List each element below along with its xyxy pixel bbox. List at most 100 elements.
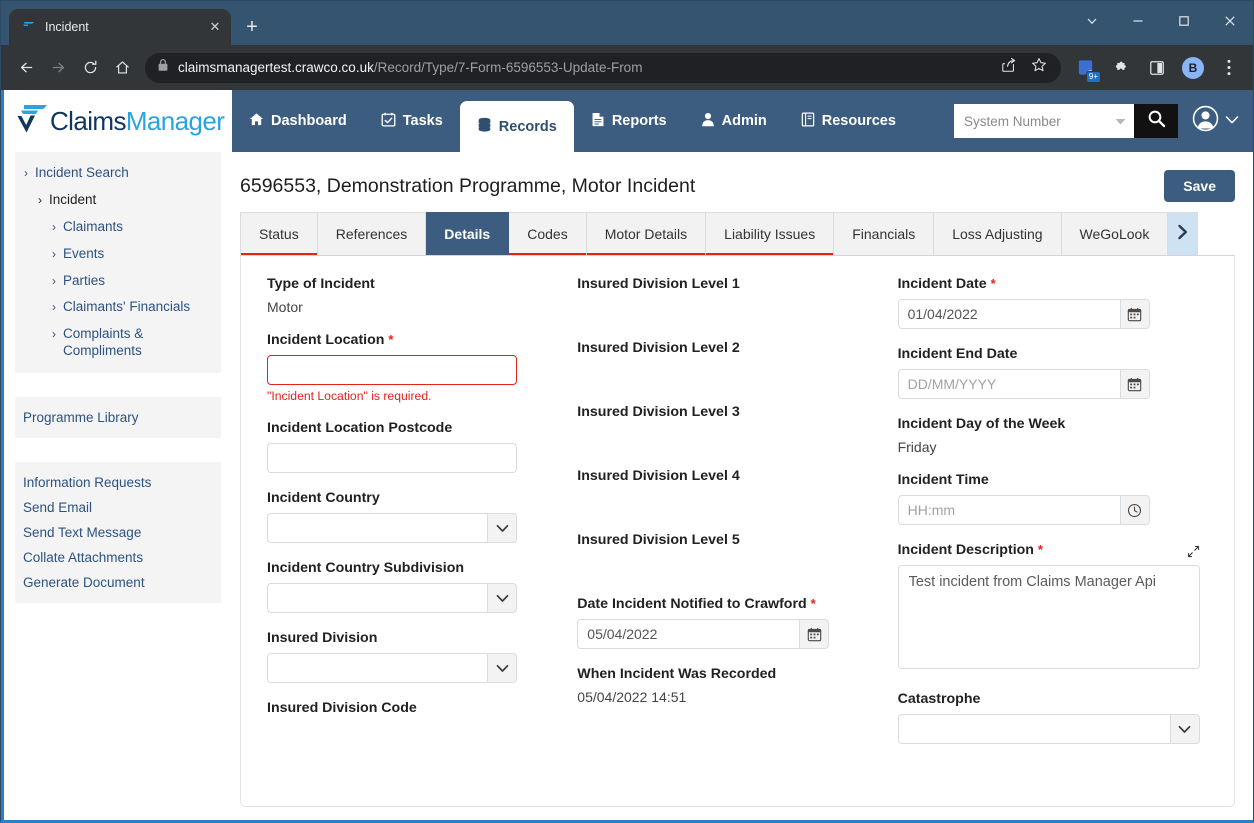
extension-notes-icon[interactable]: 9+: [1071, 54, 1101, 83]
sidebar-item-incident-search[interactable]: › Incident Search: [15, 160, 221, 187]
browser-menu-icon[interactable]: [1215, 54, 1243, 82]
select-value: [267, 653, 487, 683]
date-notified-field[interactable]: [577, 619, 830, 649]
search-button[interactable]: [1134, 104, 1178, 138]
calendar-icon[interactable]: [1119, 369, 1150, 399]
calendar-icon[interactable]: [799, 619, 830, 649]
nav-item-label: Dashboard: [271, 113, 347, 129]
sidebar-item-send-text-message[interactable]: Send Text Message: [15, 520, 221, 545]
chevron-down-icon[interactable]: [487, 583, 517, 613]
sidebar-item-claimants[interactable]: › Claimants: [15, 214, 221, 241]
nav-item-reports[interactable]: Reports: [574, 90, 684, 152]
insured-division-select[interactable]: [267, 653, 517, 683]
field-incident-day-of-week: Incident Day of the Week Friday: [898, 416, 1200, 455]
search-type-select[interactable]: System Number: [954, 104, 1134, 138]
tab-codes[interactable]: Codes: [509, 212, 587, 255]
nav-item-admin[interactable]: Admin: [684, 90, 784, 152]
chevron-down-icon[interactable]: [487, 653, 517, 683]
chevron-right-icon: [1176, 224, 1189, 245]
bookmark-star-icon[interactable]: [1031, 57, 1047, 78]
nav-item-records[interactable]: Records: [459, 101, 574, 152]
sidebar-item-generate-document[interactable]: Generate Document: [15, 570, 221, 595]
user-menu[interactable]: [1192, 105, 1239, 137]
nav-item-label: Reports: [611, 113, 667, 129]
field-insured-division-code: Insured Division Code: [267, 700, 559, 716]
browser-tab[interactable]: Incident ✕: [9, 9, 231, 45]
chevron-down-icon: [1115, 114, 1126, 129]
incident-date-field[interactable]: [897, 299, 1150, 329]
field-incident-country: Incident Country: [267, 490, 559, 543]
tab-references[interactable]: References: [317, 212, 427, 255]
date-notified-input[interactable]: [577, 619, 800, 649]
incident-location-input[interactable]: [267, 355, 517, 385]
tabs-next-button[interactable]: [1168, 212, 1199, 255]
catastrophe-select[interactable]: [897, 714, 1200, 744]
incident-time-field[interactable]: [897, 495, 1150, 525]
sidebar-item-label: Claimants: [63, 218, 124, 234]
app-logo[interactable]: ClaimsManager: [4, 90, 232, 152]
tab-loss-adjusting[interactable]: Loss Adjusting: [934, 212, 1062, 255]
sidebar-item-claimants-financials[interactable]: › Claimants' Financials: [15, 294, 221, 321]
incident-location-postcode-input[interactable]: [267, 443, 517, 473]
sidebar-item-incident[interactable]: › Incident: [15, 187, 221, 214]
incident-time-input[interactable]: [897, 495, 1120, 525]
tab-details[interactable]: Details: [426, 212, 510, 255]
chevron-right-icon: ›: [38, 192, 42, 207]
field-incident-time: Incident Time: [897, 472, 1200, 525]
incident-location-error: "Incident Location" is required.: [267, 389, 432, 403]
sidebar-item-parties[interactable]: › Parties: [15, 268, 221, 295]
back-icon[interactable]: [11, 53, 41, 83]
chevron-down-icon[interactable]: [487, 513, 517, 543]
incident-end-date-field[interactable]: [897, 369, 1150, 399]
sidebar-item-programme-library[interactable]: Programme Library: [15, 405, 221, 430]
share-icon[interactable]: [1001, 57, 1017, 78]
tab-status[interactable]: Status: [240, 212, 318, 255]
sidebar-item-events[interactable]: › Events: [15, 241, 221, 268]
calendar-icon[interactable]: [1119, 299, 1150, 329]
main-navbar: Dashboard Tasks Records Reports Admin Re…: [232, 90, 1253, 152]
window-close-button[interactable]: [1207, 1, 1253, 41]
incident-description-textarea[interactable]: [897, 565, 1200, 669]
lock-icon: [157, 58, 169, 77]
field-insured-division-level-4: Insured Division Level 4: [577, 468, 879, 515]
main-nav-items: Dashboard Tasks Records Reports Admin Re…: [232, 90, 913, 152]
address-bar[interactable]: claimsmanagertest.crawco.co.uk/Record/Ty…: [145, 52, 1061, 83]
forward-icon[interactable]: [43, 53, 73, 83]
tab-wegolook[interactable]: WeGoLook: [1061, 212, 1169, 255]
required-marker: *: [990, 276, 996, 291]
chevron-down-icon[interactable]: [1169, 714, 1200, 744]
window-minimize-button[interactable]: [1115, 1, 1161, 41]
reload-icon[interactable]: [75, 53, 105, 83]
tab-motor-details[interactable]: Motor Details: [586, 212, 707, 255]
new-tab-button[interactable]: +: [237, 12, 267, 42]
close-icon[interactable]: ✕: [205, 17, 225, 37]
clock-icon[interactable]: [1119, 495, 1150, 525]
tab-liability-issues[interactable]: Liability Issues: [706, 212, 835, 255]
save-button[interactable]: Save: [1164, 170, 1235, 202]
sidebar-item-send-email[interactable]: Send Email: [15, 495, 221, 520]
incident-country-subdivision-select[interactable]: [267, 583, 517, 613]
sidebar-item-collate-attachments[interactable]: Collate Attachments: [15, 545, 221, 570]
nav-item-resources[interactable]: Resources: [784, 90, 913, 152]
form-column-1: Type of Incident Motor Incident Location…: [257, 276, 577, 761]
home-icon[interactable]: [107, 53, 137, 83]
sidebar-item-complaints-compliments[interactable]: › Complaints & Compliments: [15, 321, 221, 365]
expand-icon[interactable]: [1187, 545, 1200, 563]
sidebar-actions-group: Information Requests Send Email Send Tex…: [15, 462, 221, 603]
tab-label: Codes: [527, 226, 568, 242]
reading-list-icon[interactable]: [1143, 54, 1171, 82]
incident-end-date-input[interactable]: [897, 369, 1120, 399]
url-domain: claimsmanagertest.crawco.co.uk: [178, 60, 374, 75]
window-maximize-button[interactable]: [1161, 1, 1207, 41]
nav-item-dashboard[interactable]: Dashboard: [232, 90, 364, 152]
field-label-text: Incident Location: [267, 332, 385, 348]
incident-country-select[interactable]: [267, 513, 517, 543]
extensions-puzzle-icon[interactable]: [1107, 54, 1135, 82]
incident-date-input[interactable]: [897, 299, 1120, 329]
tab-financials[interactable]: Financials: [834, 212, 935, 255]
sidebar-item-information-requests[interactable]: Information Requests: [15, 470, 221, 495]
profile-avatar[interactable]: B: [1179, 54, 1207, 82]
main-content: 6596553, Demonstration Programme, Motor …: [232, 152, 1253, 820]
nav-item-tasks[interactable]: Tasks: [364, 90, 460, 152]
chevron-down-icon[interactable]: [1069, 1, 1115, 41]
